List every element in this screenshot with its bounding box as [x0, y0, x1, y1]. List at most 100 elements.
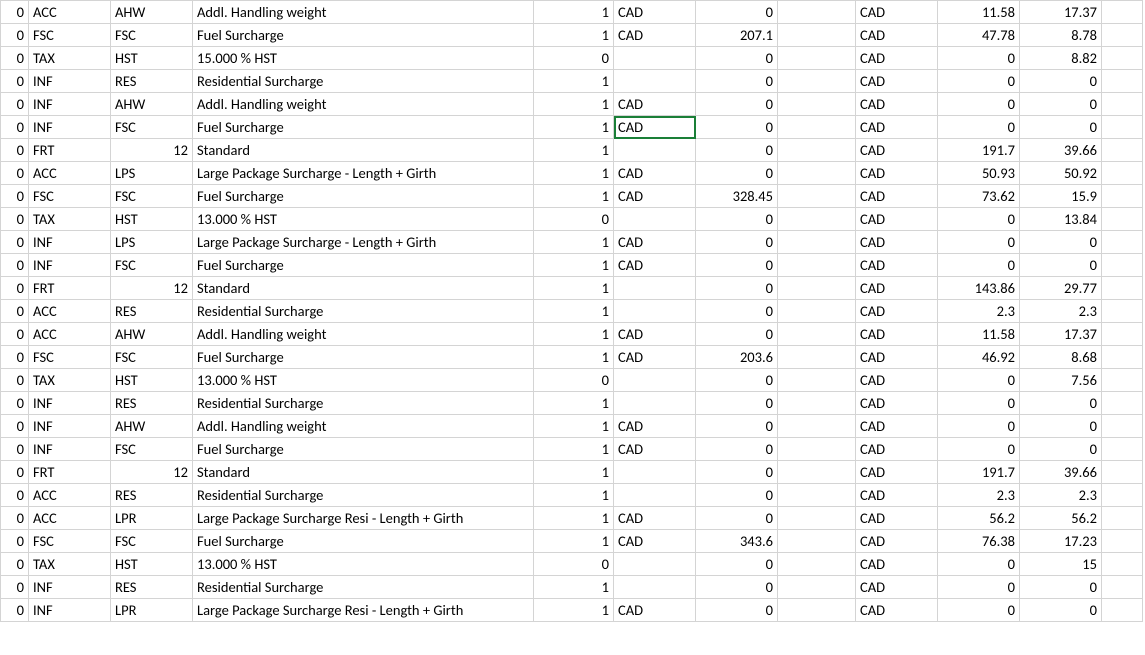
- cell[interactable]: Fuel Surcharge: [193, 346, 534, 369]
- cell[interactable]: [1102, 530, 1143, 553]
- cell[interactable]: 0: [1, 208, 29, 231]
- cell[interactable]: 0: [534, 369, 614, 392]
- cell[interactable]: Large Package Surcharge - Length + Girth: [193, 162, 534, 185]
- cell[interactable]: 1: [534, 530, 614, 553]
- cell[interactable]: INF: [29, 599, 111, 622]
- cell[interactable]: 0: [1, 139, 29, 162]
- cell[interactable]: [1102, 208, 1143, 231]
- cell[interactable]: [1102, 300, 1143, 323]
- cell[interactable]: [1102, 70, 1143, 93]
- cell[interactable]: [1102, 277, 1143, 300]
- cell[interactable]: 0: [696, 93, 778, 116]
- cell[interactable]: [778, 116, 856, 139]
- cell[interactable]: Fuel Surcharge: [193, 530, 534, 553]
- cell[interactable]: CAD: [856, 323, 938, 346]
- cell[interactable]: 0: [938, 47, 1020, 70]
- cell[interactable]: 1: [534, 346, 614, 369]
- cell[interactable]: [778, 231, 856, 254]
- cell[interactable]: 0: [938, 93, 1020, 116]
- cell[interactable]: 0: [1, 369, 29, 392]
- cell[interactable]: CAD: [614, 507, 696, 530]
- cell[interactable]: 0: [938, 553, 1020, 576]
- cell[interactable]: 0: [1, 346, 29, 369]
- cell[interactable]: RES: [111, 70, 193, 93]
- cell[interactable]: CAD: [614, 1, 696, 24]
- cell[interactable]: 0: [696, 323, 778, 346]
- cell[interactable]: 17.23: [1020, 530, 1102, 553]
- cell[interactable]: 1: [534, 392, 614, 415]
- cell[interactable]: Fuel Surcharge: [193, 254, 534, 277]
- cell[interactable]: [778, 47, 856, 70]
- cell[interactable]: [778, 438, 856, 461]
- cell[interactable]: 0: [1, 231, 29, 254]
- cell[interactable]: [1102, 231, 1143, 254]
- cell[interactable]: 191.7: [938, 139, 1020, 162]
- cell[interactable]: 50.93: [938, 162, 1020, 185]
- cell[interactable]: 8.68: [1020, 346, 1102, 369]
- cell[interactable]: 1: [534, 300, 614, 323]
- cell[interactable]: CAD: [856, 507, 938, 530]
- cell[interactable]: 0: [696, 1, 778, 24]
- cell[interactable]: CAD: [856, 300, 938, 323]
- cell[interactable]: Residential Surcharge: [193, 484, 534, 507]
- cell[interactable]: [1102, 484, 1143, 507]
- cell[interactable]: FRT: [29, 277, 111, 300]
- cell[interactable]: 0: [696, 47, 778, 70]
- cell[interactable]: Residential Surcharge: [193, 392, 534, 415]
- cell[interactable]: Addl. Handling weight: [193, 1, 534, 24]
- cell[interactable]: CAD: [614, 254, 696, 277]
- cell[interactable]: Addl. Handling weight: [193, 93, 534, 116]
- cell[interactable]: 0: [1020, 599, 1102, 622]
- cell[interactable]: 1: [534, 507, 614, 530]
- cell[interactable]: 7.56: [1020, 369, 1102, 392]
- cell[interactable]: 11.58: [938, 323, 1020, 346]
- cell[interactable]: CAD: [856, 24, 938, 47]
- cell[interactable]: CAD: [856, 1, 938, 24]
- cell[interactable]: 0: [938, 231, 1020, 254]
- cell[interactable]: RES: [111, 484, 193, 507]
- cell[interactable]: 0: [1, 438, 29, 461]
- cell[interactable]: 0: [1, 47, 29, 70]
- cell[interactable]: 1: [534, 323, 614, 346]
- cell[interactable]: [1102, 392, 1143, 415]
- cell[interactable]: 0: [938, 415, 1020, 438]
- cell[interactable]: FSC: [29, 530, 111, 553]
- cell[interactable]: [614, 484, 696, 507]
- cell[interactable]: 2.3: [938, 300, 1020, 323]
- cell[interactable]: CAD: [856, 369, 938, 392]
- cell[interactable]: 2.3: [1020, 484, 1102, 507]
- cell[interactable]: Large Package Surcharge Resi - Length + …: [193, 507, 534, 530]
- cell[interactable]: FSC: [111, 116, 193, 139]
- cell[interactable]: ACC: [29, 507, 111, 530]
- cell[interactable]: 0: [1020, 231, 1102, 254]
- cell[interactable]: ACC: [29, 300, 111, 323]
- cell[interactable]: 0: [1020, 116, 1102, 139]
- cell[interactable]: 0: [938, 392, 1020, 415]
- cell[interactable]: 0: [938, 438, 1020, 461]
- cell[interactable]: 0: [696, 70, 778, 93]
- cell[interactable]: 1: [534, 139, 614, 162]
- cell[interactable]: [614, 300, 696, 323]
- cell[interactable]: Residential Surcharge: [193, 300, 534, 323]
- cell[interactable]: [1102, 553, 1143, 576]
- cell[interactable]: FSC: [111, 438, 193, 461]
- cell[interactable]: [778, 415, 856, 438]
- cell[interactable]: 0: [1, 116, 29, 139]
- cell[interactable]: Fuel Surcharge: [193, 116, 534, 139]
- cell[interactable]: LPS: [111, 231, 193, 254]
- cell[interactable]: 0: [696, 576, 778, 599]
- cell[interactable]: FSC: [111, 185, 193, 208]
- cell[interactable]: 0: [1, 599, 29, 622]
- cell[interactable]: CAD: [856, 139, 938, 162]
- cell[interactable]: 0: [1020, 93, 1102, 116]
- cell[interactable]: 0: [1, 392, 29, 415]
- cell[interactable]: [1102, 139, 1143, 162]
- cell[interactable]: 76.38: [938, 530, 1020, 553]
- cell[interactable]: INF: [29, 576, 111, 599]
- cell[interactable]: INF: [29, 254, 111, 277]
- cell[interactable]: 0: [696, 254, 778, 277]
- cell[interactable]: CAD: [614, 24, 696, 47]
- cell[interactable]: TAX: [29, 208, 111, 231]
- cell[interactable]: 0: [1, 254, 29, 277]
- cell[interactable]: 0: [696, 369, 778, 392]
